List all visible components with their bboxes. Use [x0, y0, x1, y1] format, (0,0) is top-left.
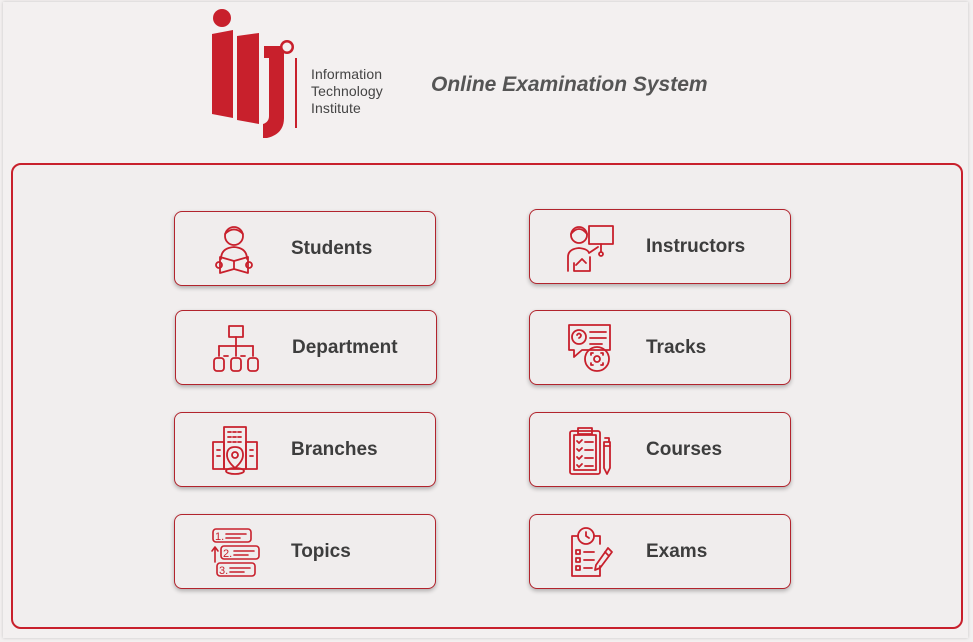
- svg-text:3.: 3.: [219, 565, 228, 577]
- student-reading-icon: [215, 226, 253, 274]
- instructors-label: Instructors: [646, 235, 746, 257]
- iti-logo-icon: [212, 9, 297, 138]
- students-label: Students: [291, 237, 373, 259]
- instructor-board-icon: [567, 225, 614, 272]
- instructors-button[interactable]: Instructors: [529, 209, 791, 284]
- courses-label: Courses: [646, 438, 723, 460]
- logo-line-2: Technology: [311, 83, 383, 99]
- department-button[interactable]: Department: [175, 310, 437, 385]
- svg-text:1.: 1.: [215, 531, 224, 543]
- students-button[interactable]: Students: [174, 211, 436, 286]
- branches-label: Branches: [291, 438, 378, 460]
- exam-clipboard-icon: [571, 527, 613, 577]
- topics-label: Topics: [291, 540, 351, 562]
- logo-line-1: Information: [311, 66, 383, 82]
- exams-button[interactable]: Exams: [529, 514, 791, 589]
- department-label: Department: [292, 336, 398, 358]
- menu-panel: [11, 163, 963, 629]
- header: Information Technology Institute Online …: [0, 0, 973, 160]
- question-chat-icon: [568, 324, 611, 372]
- exams-label: Exams: [646, 540, 708, 562]
- clipboard-checklist-icon: [569, 427, 611, 475]
- courses-button[interactable]: Courses: [529, 412, 791, 487]
- tracks-button[interactable]: Tracks: [529, 310, 791, 385]
- hierarchy-icon: [213, 325, 259, 372]
- tracks-label: Tracks: [646, 336, 707, 358]
- building-location-icon: [212, 426, 258, 475]
- logo-text: Information Technology Institute: [311, 66, 383, 117]
- topics-button[interactable]: 1. 2. 3. Topics: [174, 514, 436, 589]
- numbered-list-icon: 1. 2. 3.: [211, 528, 260, 577]
- svg-text:2.: 2.: [223, 548, 232, 560]
- branches-button[interactable]: Branches: [174, 412, 436, 487]
- logo-line-3: Institute: [311, 100, 361, 116]
- page-title: Online Examination System: [431, 73, 708, 96]
